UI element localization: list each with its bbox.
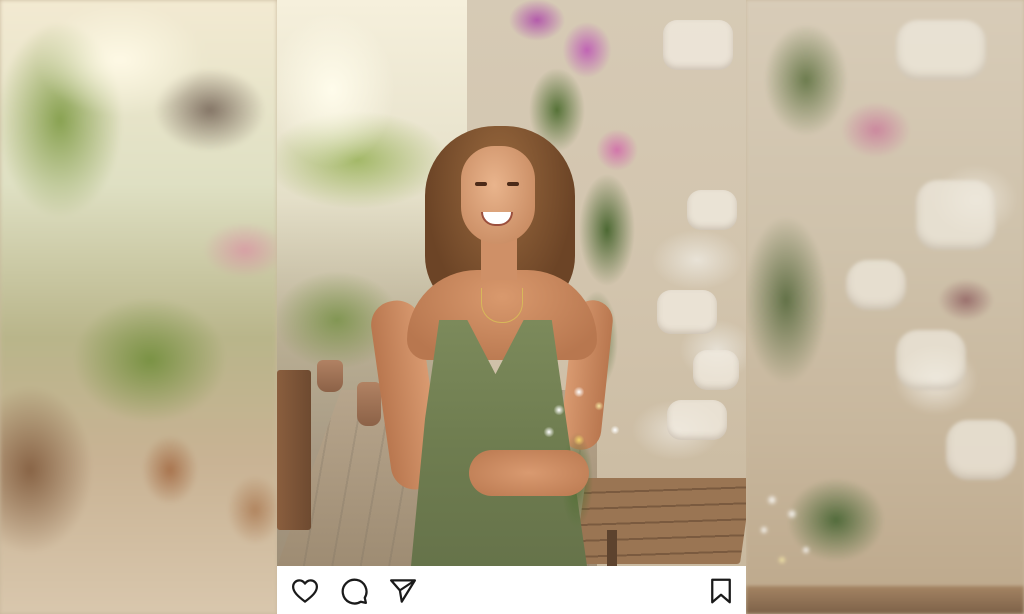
hands bbox=[469, 450, 589, 496]
neck bbox=[481, 238, 517, 280]
heart-icon[interactable] bbox=[290, 576, 320, 606]
post-action-bar bbox=[277, 566, 746, 614]
send-icon[interactable] bbox=[388, 576, 418, 606]
background-left-blur bbox=[0, 0, 277, 614]
post-photo[interactable] bbox=[277, 0, 746, 566]
smiling-woman bbox=[368, 120, 639, 566]
bookmark-icon[interactable] bbox=[706, 576, 736, 606]
background-right-blur bbox=[746, 0, 1024, 614]
post-card bbox=[277, 0, 746, 614]
face bbox=[461, 146, 535, 244]
wooden-chair bbox=[277, 370, 311, 530]
comment-icon[interactable] bbox=[339, 576, 369, 606]
